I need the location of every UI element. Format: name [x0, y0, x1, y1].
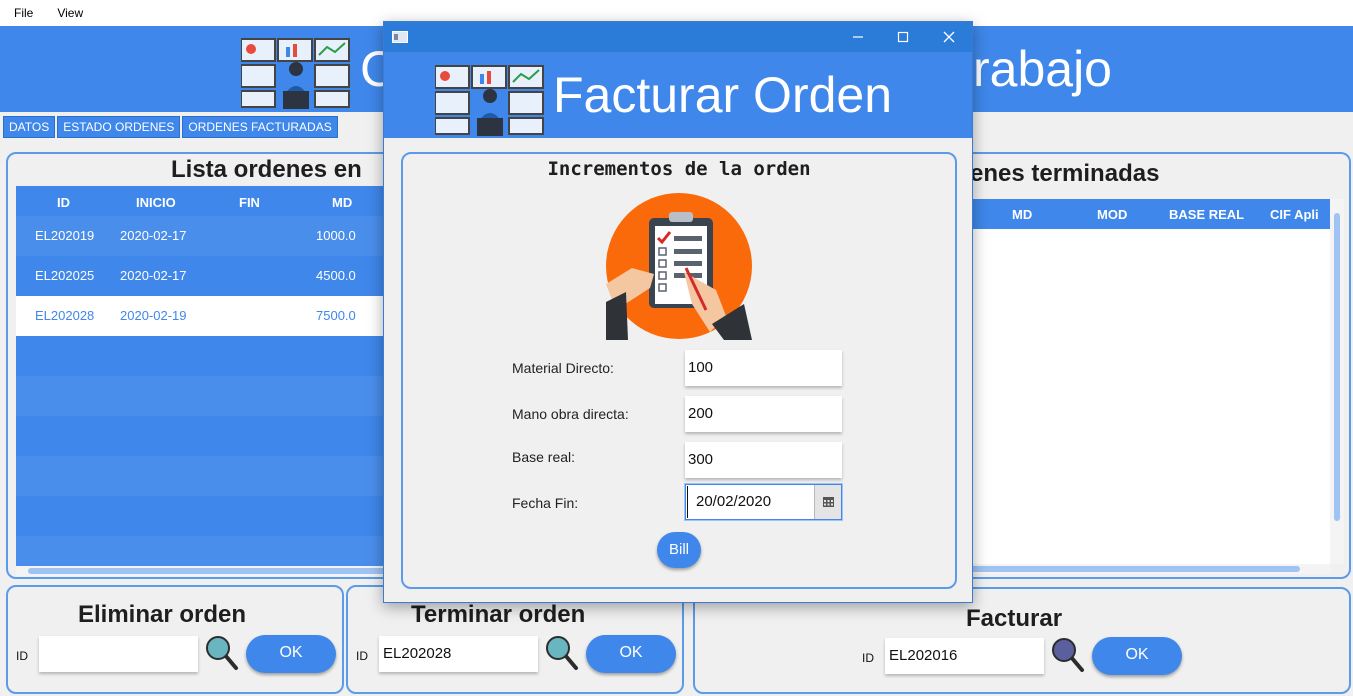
menu-view[interactable]: View [57, 6, 83, 20]
cell-id: EL202025 [35, 268, 95, 283]
col-header-fin[interactable]: FIN [239, 195, 260, 210]
col-header-base-real[interactable]: BASE REAL [1169, 207, 1244, 222]
empty-row [16, 376, 392, 416]
invoice-title: Facturar [966, 605, 1063, 632]
horizontal-scrollbar[interactable] [16, 566, 392, 576]
operator-monitors-logo [435, 65, 544, 136]
dialog-titlebar[interactable] [384, 22, 972, 52]
col-header-id[interactable]: ID [57, 195, 70, 210]
table-row-selected[interactable]: EL202028 2020-02-19 7500.0 [16, 296, 392, 336]
invoice-order-dialog: Facturar Orden Incrementos de la orden M… [383, 21, 973, 603]
col-header-md[interactable]: MD [332, 195, 352, 210]
invoice-ok-button[interactable]: OK [1092, 637, 1182, 675]
dialog-title: Facturar Orden [553, 67, 893, 123]
scrollbar-thumb[interactable] [1334, 213, 1340, 521]
empty-row [16, 336, 392, 376]
orders-in-progress-panel: Lista ordenes en ID INICIO FIN MD EL2020… [6, 152, 396, 579]
empty-row [16, 416, 392, 456]
horizontal-scrollbar[interactable] [960, 564, 1330, 574]
finished-orders-panel: enes terminadas MD MOD BASE REAL CIF Apl… [960, 152, 1351, 579]
cell-inicio: 2020-02-19 [120, 308, 187, 323]
app-window-icon [392, 31, 408, 43]
main-tabs: DATOS ESTADO ORDENES ORDENES FACTURADAS [3, 116, 340, 138]
delete-order-title: Eliminar orden [78, 601, 247, 628]
finished-orders-title: enes terminadas [970, 160, 1160, 187]
delete-order-panel: Eliminar orden ID OK [6, 585, 344, 694]
main-title-right: rabajo [973, 41, 1112, 97]
clipboard-checklist-icon [606, 193, 752, 340]
finish-order-title: Terminar orden [411, 601, 586, 628]
orders-in-progress-table[interactable]: ID INICIO FIN MD EL202019 2020-02-17 100… [16, 186, 392, 566]
base-real-label: Base real: [512, 449, 576, 465]
scrollbar-thumb[interactable] [960, 566, 1300, 572]
col-header-mod[interactable]: MOD [1097, 207, 1127, 222]
scrollbar-thumb[interactable] [28, 568, 388, 574]
cell-md: 1000.0 [316, 228, 356, 243]
bill-button[interactable]: Bill [657, 532, 701, 568]
operator-monitors-logo [241, 38, 350, 109]
delete-id-input[interactable] [39, 636, 198, 672]
finish-id-label: ID [356, 649, 368, 663]
menu-file[interactable]: File [14, 6, 33, 20]
cell-inicio: 2020-02-17 [120, 268, 187, 283]
magnifier-icon[interactable] [205, 635, 239, 671]
delete-ok-button[interactable]: OK [246, 635, 336, 673]
delete-id-label: ID [16, 649, 28, 663]
table-row[interactable]: EL202019 2020-02-17 1000.0 [16, 216, 392, 256]
fecha-fin-input[interactable]: 20/02/2020 [687, 486, 813, 518]
cell-inicio: 2020-02-17 [120, 228, 187, 243]
finish-ok-button[interactable]: OK [586, 635, 676, 673]
vertical-scrollbar[interactable] [1330, 199, 1344, 564]
tab-datos[interactable]: DATOS [3, 116, 56, 138]
mano-obra-directa-input[interactable]: 200 [685, 396, 842, 432]
cell-md: 4500.0 [316, 268, 356, 283]
invoice-id-input[interactable]: EL202016 [885, 638, 1044, 674]
mano-obra-directa-label: Mano obra directa: [512, 406, 629, 422]
col-header-cif-apli[interactable]: CIF Apli [1270, 207, 1319, 222]
material-directo-input[interactable]: 100 [685, 350, 842, 386]
empty-row [16, 456, 392, 496]
material-directo-label: Material Directo: [512, 360, 614, 376]
finished-orders-table-body[interactable] [960, 229, 1330, 564]
minimize-icon[interactable] [852, 31, 864, 43]
finish-id-input[interactable]: EL202028 [379, 636, 538, 672]
cell-md: 7500.0 [316, 308, 356, 323]
col-header-inicio[interactable]: INICIO [136, 195, 176, 210]
order-increments-title: Incrementos de la orden [547, 158, 811, 180]
close-icon[interactable] [943, 31, 955, 43]
tab-ordenes-facturadas[interactable]: ORDENES FACTURADAS [182, 116, 338, 138]
magnifier-icon[interactable] [545, 635, 579, 671]
maximize-icon[interactable] [897, 31, 909, 43]
dialog-banner: Facturar Orden [384, 52, 972, 138]
magnifier-icon[interactable] [1051, 637, 1085, 673]
calendar-button[interactable] [814, 485, 841, 519]
table-row[interactable]: EL202025 2020-02-17 4500.0 [16, 256, 392, 296]
empty-row [16, 496, 392, 536]
invoice-id-label: ID [862, 651, 874, 665]
base-real-input[interactable]: 300 [685, 442, 842, 478]
invoice-panel: Facturar ID EL202016 OK [693, 587, 1351, 694]
tab-estado-ordenes[interactable]: ESTADO ORDENES [57, 116, 181, 138]
cell-id: EL202019 [35, 228, 95, 243]
cell-id: EL202028 [35, 308, 95, 323]
finished-orders-header: MD MOD BASE REAL CIF Apli [960, 199, 1330, 229]
fecha-fin-datepicker[interactable]: 20/02/2020 [685, 484, 842, 520]
empty-row [16, 536, 392, 566]
order-increments-panel: Incrementos de la orden Material Directo… [401, 152, 957, 589]
calendar-icon [823, 497, 834, 507]
col-header-md[interactable]: MD [1012, 207, 1032, 222]
orders-in-progress-title: Lista ordenes en [171, 156, 362, 183]
fecha-fin-label: Fecha Fin: [512, 495, 579, 511]
